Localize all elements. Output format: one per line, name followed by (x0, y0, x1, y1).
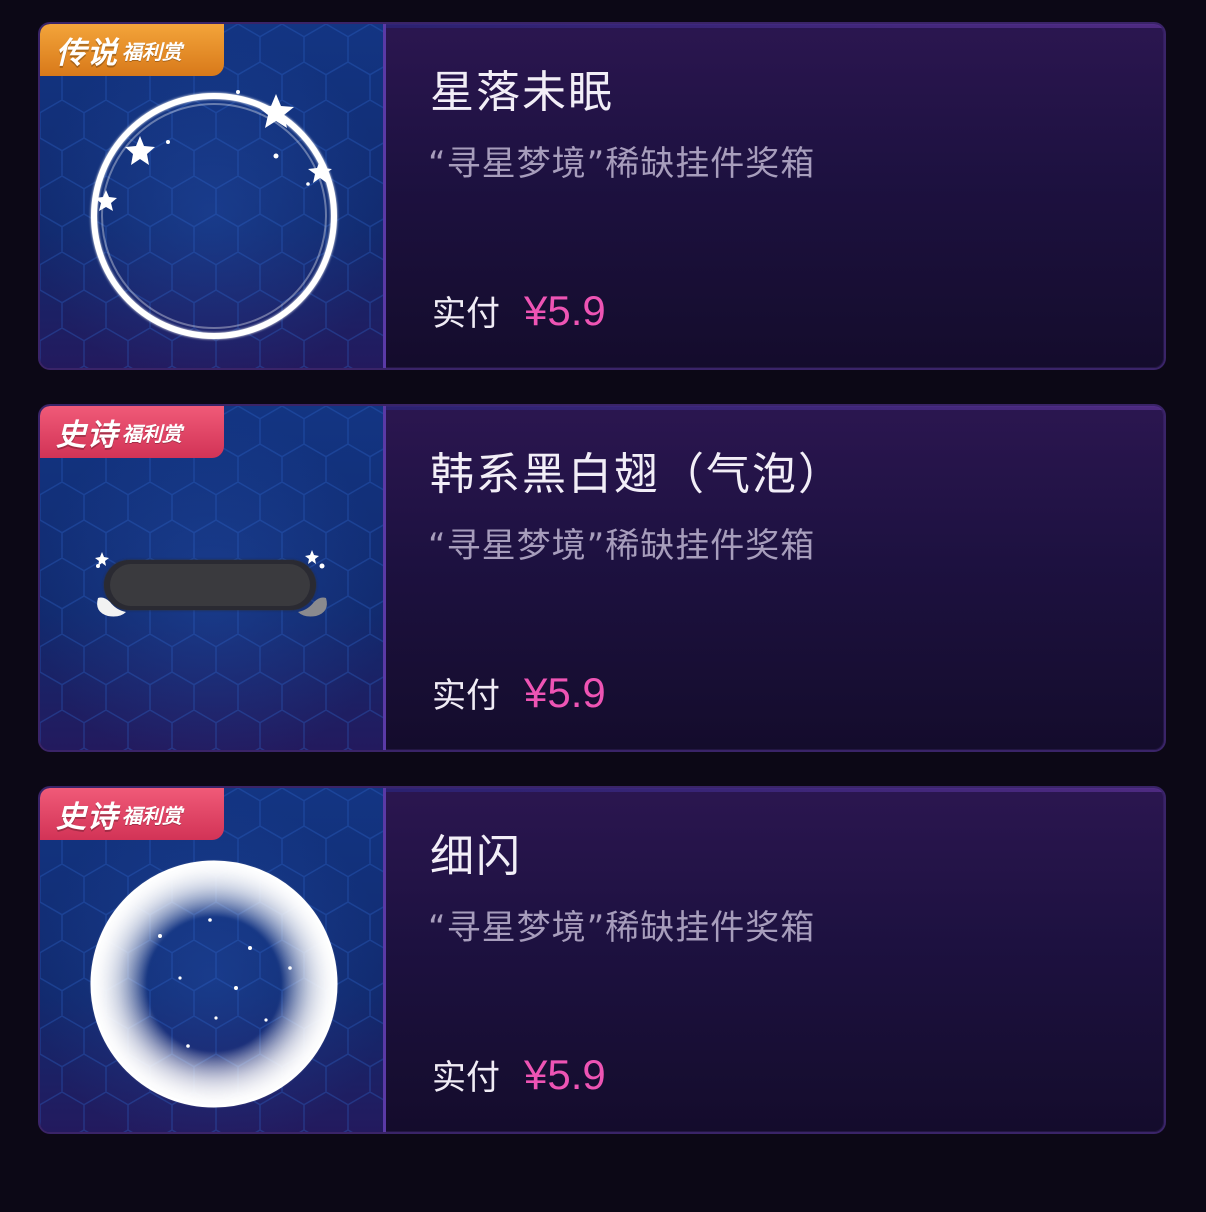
paid-label: 实付 (432, 294, 500, 334)
rarity-badge: 史诗 福利赏 (40, 788, 224, 840)
item-thumbnail[interactable]: 传说 福利赏 (40, 24, 386, 368)
paid-label: 实付 (432, 676, 500, 716)
price-value: ¥5.9 (524, 1051, 606, 1098)
price-value: ¥5.9 (524, 287, 606, 334)
rarity-badge: 传说 福利赏 (40, 24, 224, 76)
welfare-label: 福利赏 (122, 421, 182, 446)
welfare-label: 福利赏 (122, 803, 182, 828)
rarity-label: 史诗 (56, 800, 118, 835)
item-thumbnail[interactable]: 史诗 福利赏 (40, 406, 386, 750)
welfare-label: 福利赏 (122, 39, 182, 64)
item-title: 细闪 (430, 831, 522, 882)
item-subtitle: “寻星梦境”稀缺挂件奖箱 (428, 526, 816, 566)
rarity-label: 史诗 (56, 418, 118, 453)
item-title: 星落未眠 (430, 67, 614, 118)
price-value: ¥5.9 (524, 669, 606, 716)
item-thumbnail[interactable]: 史诗 福利赏 (40, 788, 386, 1132)
price-row: 实付 ¥5.9 (432, 1050, 606, 1099)
rarity-badge: 史诗 福利赏 (40, 406, 224, 458)
item-title: 韩系黑白翅（气泡） (430, 449, 844, 500)
reward-card-3[interactable]: 史诗 福利赏 细闪 “寻星梦境”稀缺挂件奖箱 实付 ¥5.9 (38, 786, 1166, 1134)
reward-card-2[interactable]: 史诗 福利赏 韩系黑白翅（气泡） “寻星梦境”稀缺挂件奖箱 实付 ¥5.9 (38, 404, 1166, 752)
item-subtitle: “寻星梦境”稀缺挂件奖箱 (428, 144, 816, 184)
price-row: 实付 ¥5.9 (432, 286, 606, 335)
paid-label: 实付 (432, 1058, 500, 1098)
reward-card-1[interactable]: 传说 福利赏 星落未眠 “寻星梦境”稀缺挂件奖箱 实付 ¥5.9 (38, 22, 1166, 370)
rarity-label: 传说 (56, 36, 118, 71)
price-row: 实付 ¥5.9 (432, 668, 606, 717)
item-subtitle: “寻星梦境”稀缺挂件奖箱 (428, 908, 816, 948)
